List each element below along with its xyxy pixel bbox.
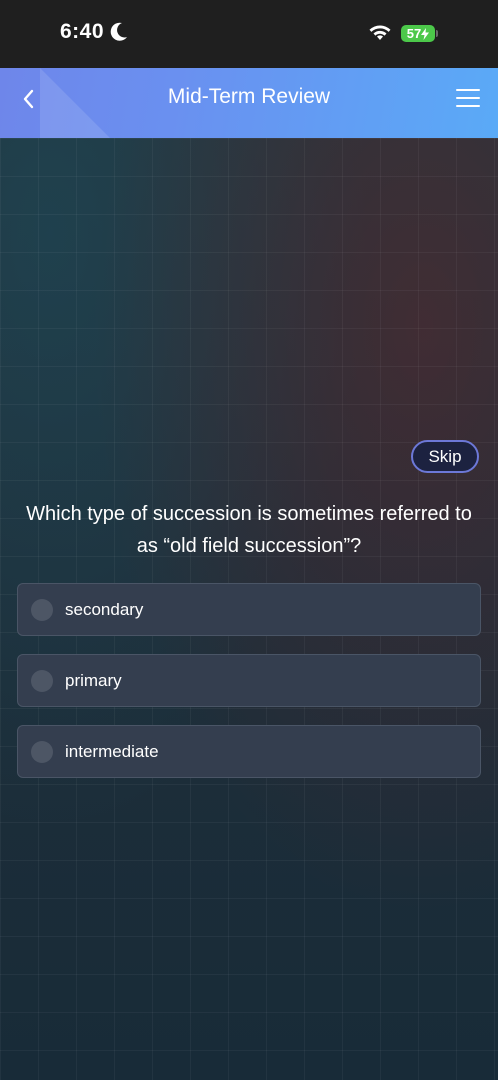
- answer-label: primary: [65, 671, 122, 690]
- skip-button[interactable]: Skip: [411, 440, 479, 473]
- question-text: Which type of succession is sometimes re…: [26, 503, 472, 557]
- battery-percent: 57: [406, 26, 422, 41]
- answer-option-intermediate[interactable]: intermediate: [17, 725, 481, 778]
- battery-indicator: 57: [401, 25, 438, 42]
- page-title: Mid-Term Review: [167, 85, 331, 108]
- moon-icon: [110, 22, 127, 41]
- radio-button[interactable]: [31, 670, 53, 692]
- answer-option-secondary[interactable]: secondary: [17, 583, 481, 636]
- status-bar: 6:40 57: [0, 0, 498, 68]
- answer-label: secondary: [65, 600, 144, 619]
- menu-icon-line: [456, 89, 480, 91]
- menu-button[interactable]: [456, 89, 480, 111]
- menu-icon-line: [456, 97, 480, 99]
- battery-tip: [436, 30, 438, 37]
- quiz-content: Skip Which type of succession is sometim…: [0, 138, 498, 1080]
- charging-bolt-icon: [421, 27, 430, 40]
- answer-option-primary[interactable]: primary: [17, 654, 481, 707]
- radio-button[interactable]: [31, 599, 53, 621]
- quiz-header: Mid-Term Review: [0, 68, 498, 138]
- radio-button[interactable]: [31, 741, 53, 763]
- wifi-icon: [369, 25, 391, 40]
- answer-label: intermediate: [65, 742, 159, 761]
- status-time: 6:40: [60, 20, 105, 43]
- answer-options: secondary primary intermediate: [17, 583, 481, 796]
- menu-icon-line: [456, 105, 480, 107]
